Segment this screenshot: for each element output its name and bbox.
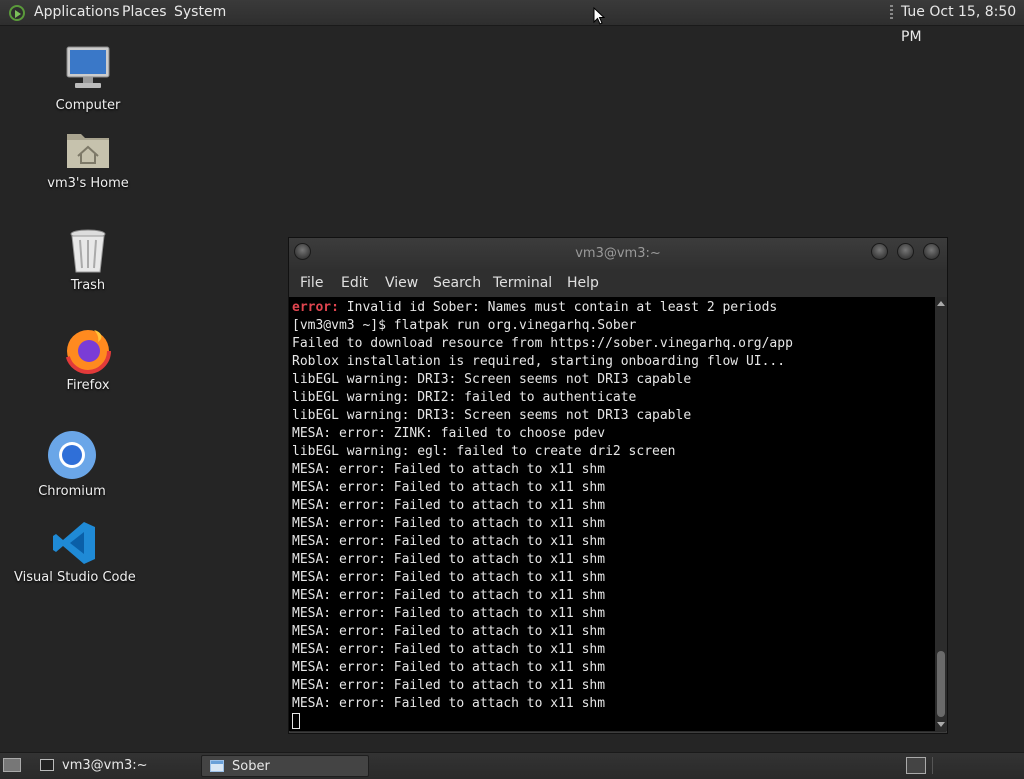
terminal-line-text: libEGL warning: DRI3: Screen seems not D… bbox=[292, 372, 692, 387]
terminal-line-text: MESA: error: Failed to attach to x11 shm bbox=[292, 642, 606, 657]
terminal-line-text: MESA: error: Failed to attach to x11 shm bbox=[292, 498, 606, 513]
terminal-line-text: MESA: error: Failed to attach to x11 shm bbox=[292, 588, 606, 603]
terminal-line-text: MESA: error: Failed to attach to x11 shm bbox=[292, 660, 606, 675]
menu-terminal[interactable]: Terminal bbox=[493, 269, 552, 297]
terminal-line: MESA: error: Failed to attach to x11 shm bbox=[292, 569, 935, 587]
error-prefix: error: bbox=[292, 300, 339, 315]
menu-edit[interactable]: Edit bbox=[341, 269, 368, 297]
terminal-line: MESA: error: Failed to attach to x11 shm bbox=[292, 533, 935, 551]
desktop-icon-trash[interactable]: Trash bbox=[48, 228, 128, 293]
terminal-line: libEGL warning: DRI3: Screen seems not D… bbox=[292, 371, 935, 389]
terminal-line: MESA: error: Failed to attach to x11 shm bbox=[292, 515, 935, 533]
minimize-button[interactable] bbox=[871, 243, 888, 260]
desktop-icon-home[interactable]: vm3's Home bbox=[38, 126, 138, 191]
mouse-pointer-icon bbox=[593, 7, 605, 25]
menu-search[interactable]: Search bbox=[433, 269, 481, 297]
trash-icon bbox=[70, 229, 106, 273]
terminal-line: libEGL warning: egl: failed to create dr… bbox=[292, 443, 935, 461]
terminal-line-text: MESA: error: Failed to attach to x11 shm bbox=[292, 552, 606, 567]
terminal-line: error: Invalid id Sober: Names must cont… bbox=[292, 299, 935, 317]
prompt-line bbox=[292, 713, 935, 731]
desktop-icon-vscode[interactable]: Visual Studio Code bbox=[14, 520, 136, 585]
window-title: vm3@vm3:~ bbox=[575, 246, 661, 261]
chromium-icon bbox=[48, 431, 96, 479]
terminal-line-text: libEGL warning: DRI3: Screen seems not D… bbox=[292, 408, 692, 423]
terminal-line-text: MESA: error: ZINK: failed to choose pdev bbox=[292, 426, 606, 441]
top-panel: Applications Places System Tue Oct 15, 8… bbox=[0, 0, 1024, 45]
desktop-icon-chromium[interactable]: Chromium bbox=[32, 430, 112, 499]
terminal-line: [vm3@vm3 ~]$ flatpak run org.vinegarhq.S… bbox=[292, 317, 935, 335]
terminal-line: MESA: error: ZINK: failed to choose pdev bbox=[292, 425, 935, 443]
terminal-line: MESA: error: Failed to attach to x11 shm bbox=[292, 587, 935, 605]
menu-system[interactable]: System bbox=[174, 0, 226, 25]
terminal-line: MESA: error: Failed to attach to x11 shm bbox=[292, 623, 935, 641]
menu-view[interactable]: View bbox=[385, 269, 418, 297]
terminal-line: MESA: error: Failed to attach to x11 shm bbox=[292, 641, 935, 659]
workspace-separator bbox=[932, 757, 933, 774]
terminal-line-text: Invalid id Sober: Names must contain at … bbox=[338, 300, 778, 315]
clock[interactable]: Tue Oct 15, 8:50 PM bbox=[901, 0, 1024, 50]
terminal-line-text: libEGL warning: egl: failed to create dr… bbox=[292, 444, 676, 459]
terminal-line-text: MESA: error: Failed to attach to x11 shm bbox=[292, 462, 606, 477]
firefox-icon bbox=[65, 328, 111, 374]
scrollbar-thumb[interactable] bbox=[937, 651, 945, 717]
terminal-line: MESA: error: Failed to attach to x11 shm bbox=[292, 551, 935, 569]
terminal-line: Roblox installation is required, startin… bbox=[292, 353, 935, 371]
terminal-line-text: MESA: error: Failed to attach to x11 shm bbox=[292, 606, 606, 621]
vscode-icon bbox=[53, 522, 95, 564]
terminal-window[interactable]: vm3@vm3:~ File Edit View Search Terminal… bbox=[288, 237, 948, 734]
terminal-line: MESA: error: Failed to attach to x11 shm bbox=[292, 695, 935, 713]
menu-help[interactable]: Help bbox=[567, 269, 599, 297]
terminal-line-text: MESA: error: Failed to attach to x11 shm bbox=[292, 624, 606, 639]
terminal-icon bbox=[40, 759, 54, 771]
window-titlebar[interactable]: vm3@vm3:~ bbox=[289, 238, 947, 270]
close-button[interactable] bbox=[923, 243, 940, 260]
scroll-up-arrow-icon[interactable] bbox=[937, 301, 945, 306]
terminal-line: Failed to download resource from https:/… bbox=[292, 335, 935, 353]
terminal-line-text: Failed to download resource from https:/… bbox=[292, 336, 793, 351]
terminal-line: MESA: error: Failed to attach to x11 shm bbox=[292, 605, 935, 623]
task-terminal[interactable]: vm3@vm3:~ bbox=[32, 755, 198, 777]
terminal-line: libEGL warning: DRI2: failed to authenti… bbox=[292, 389, 935, 407]
terminal-line-text: libEGL warning: DRI2: failed to authenti… bbox=[292, 390, 637, 405]
computer-icon bbox=[66, 46, 110, 88]
show-desktop-icon[interactable] bbox=[3, 758, 21, 772]
applications-logo-icon[interactable] bbox=[9, 5, 25, 21]
text-cursor bbox=[292, 713, 300, 729]
terminal-line-text: MESA: error: Failed to attach to x11 shm bbox=[292, 516, 606, 531]
menu-applications[interactable]: Applications bbox=[34, 0, 120, 25]
terminal-menubar: File Edit View Search Terminal Help bbox=[289, 269, 947, 297]
terminal-line-text: MESA: error: Failed to attach to x11 shm bbox=[292, 534, 606, 549]
terminal-scrollbar[interactable] bbox=[935, 297, 947, 731]
terminal-line: MESA: error: Failed to attach to x11 shm bbox=[292, 479, 935, 497]
menu-file[interactable]: File bbox=[300, 269, 323, 297]
terminal-line-text: MESA: error: Failed to attach to x11 shm bbox=[292, 696, 606, 711]
terminal-line-text: Roblox installation is required, startin… bbox=[292, 354, 786, 369]
desktop-icon-computer[interactable]: Computer bbox=[48, 44, 128, 113]
terminal-line-text: MESA: error: Failed to attach to x11 shm bbox=[292, 570, 606, 585]
home-folder-icon bbox=[67, 134, 109, 168]
scroll-down-arrow-icon[interactable] bbox=[937, 722, 945, 727]
task-sober[interactable]: Sober bbox=[201, 755, 369, 777]
desktop-icon-firefox[interactable]: Firefox bbox=[48, 326, 128, 393]
maximize-button[interactable] bbox=[897, 243, 914, 260]
workspace-switcher[interactable] bbox=[906, 757, 926, 774]
terminal-line-text: [vm3@vm3 ~]$ flatpak run org.vinegarhq.S… bbox=[292, 318, 637, 333]
menu-places[interactable]: Places bbox=[122, 0, 167, 25]
terminal-line-text: MESA: error: Failed to attach to x11 shm bbox=[292, 678, 606, 693]
terminal-line: MESA: error: Failed to attach to x11 shm bbox=[292, 677, 935, 695]
terminal-line: MESA: error: Failed to attach to x11 shm bbox=[292, 497, 935, 515]
bottom-panel: vm3@vm3:~ Sober bbox=[0, 752, 1024, 779]
terminal-line-text: MESA: error: Failed to attach to x11 shm bbox=[292, 480, 606, 495]
terminal-line: MESA: error: Failed to attach to x11 shm bbox=[292, 461, 935, 479]
terminal-output[interactable]: error: Invalid id Sober: Names must cont… bbox=[289, 297, 935, 731]
terminal-line: libEGL warning: DRI3: Screen seems not D… bbox=[292, 407, 935, 425]
panel-separator bbox=[890, 5, 893, 20]
terminal-line: MESA: error: Failed to attach to x11 shm bbox=[292, 659, 935, 677]
window-icon bbox=[210, 760, 224, 772]
